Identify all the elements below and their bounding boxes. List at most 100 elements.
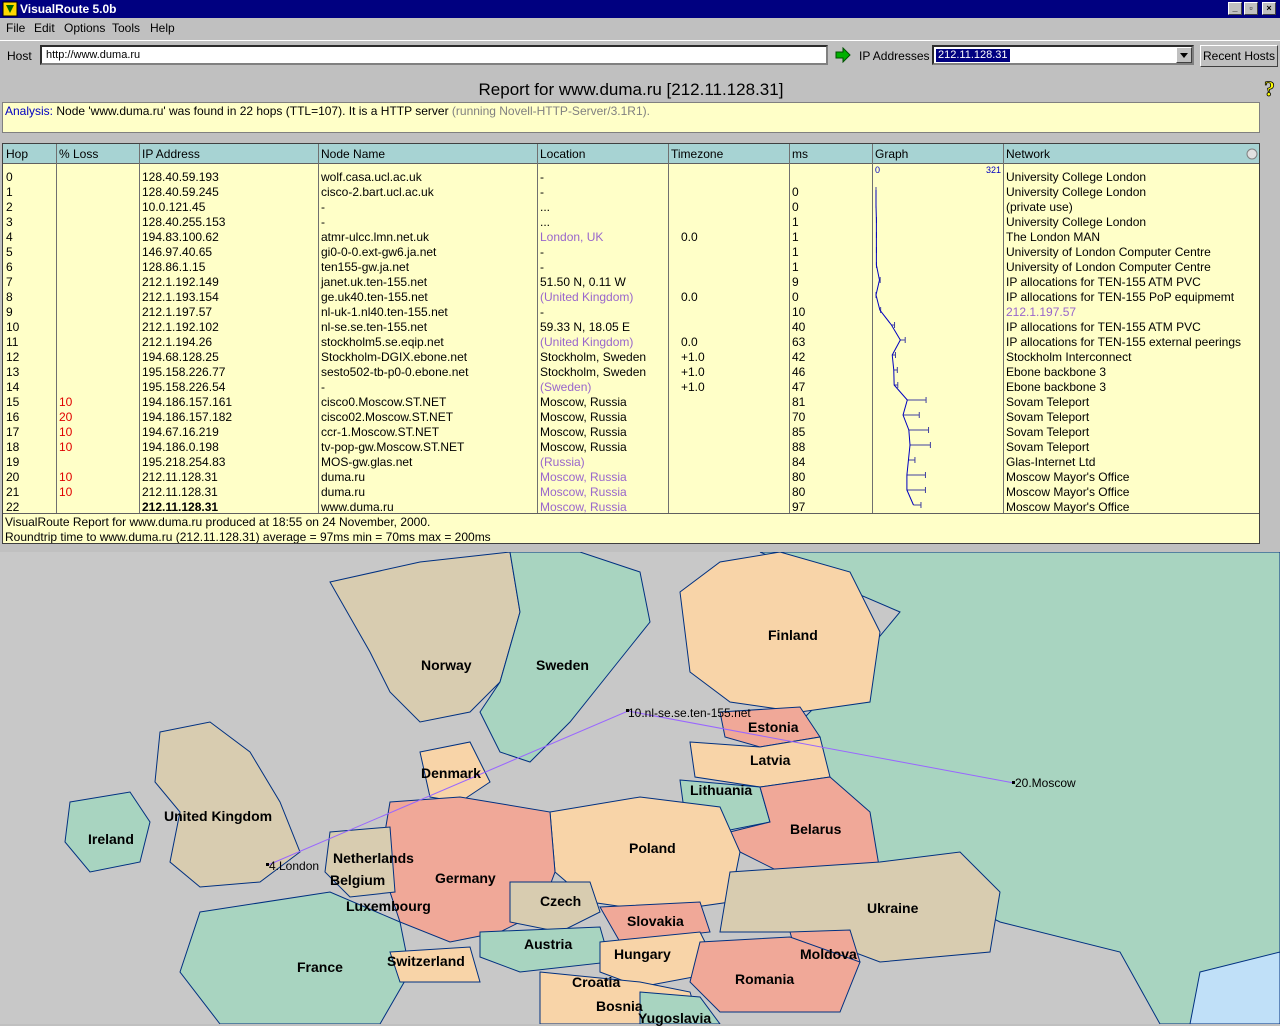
header-graph[interactable]: Graph	[875, 147, 908, 161]
cell-node: -	[321, 380, 325, 394]
cell-hop: 5	[6, 245, 13, 259]
cell-ms: 1	[792, 230, 799, 244]
table-row[interactable]: 5 146.97.40.65 gi0-0-0.ext-gw6.ja.net - 1 Uni…	[3, 245, 1259, 260]
table-row[interactable]: 2 10.0.121.45 -... 0 (private use)	[3, 200, 1259, 215]
cell-node: ten155-gw.ja.net	[321, 260, 410, 274]
cell-ip: 212.11.128.31	[142, 470, 218, 484]
cell-ms: 40	[792, 320, 806, 334]
cell-node: tv-pop-gw.Moscow.ST.NET	[321, 440, 465, 454]
help-question-icon[interactable]: ?	[1262, 78, 1278, 102]
header-network[interactable]: Network	[1006, 147, 1050, 161]
table-row[interactable]: 16 20 194.186.157.182 cisco02.Moscow.ST.NET…	[3, 410, 1259, 425]
minimize-button[interactable]: _	[1228, 2, 1242, 15]
cell-ip: 128.86.1.15	[142, 260, 206, 274]
table-row[interactable]: 14 195.158.226.54 - (Sweden) +1.0 47 Ebone bac…	[3, 380, 1259, 395]
cell-tz: +1.0	[681, 380, 705, 394]
table-row[interactable]: 11 212.1.194.26 stockholm5.se.eqip.net (Uni…	[3, 335, 1259, 350]
country-label: Moldova	[800, 946, 857, 962]
dropdown-arrow-icon[interactable]	[1176, 47, 1192, 63]
host-input[interactable]: http://www.duma.ru	[40, 45, 828, 65]
table-row[interactable]: 19 195.218.254.83 MOS-gw.glas.net (Russia) 8…	[3, 455, 1259, 470]
menu-file[interactable]: File	[6, 21, 25, 35]
country-label: Czech	[540, 893, 582, 909]
column-toggle-icon[interactable]	[1246, 148, 1258, 160]
cell-hop: 17	[6, 425, 20, 439]
cell-hop: 12	[6, 350, 20, 364]
cell-ip: 212.11.128.31	[142, 485, 218, 499]
cell-net: Moscow Mayor's Office	[1006, 470, 1130, 484]
map-hop-label[interactable]: 20.Moscow	[1015, 776, 1076, 790]
header-ms[interactable]: ms	[792, 147, 808, 161]
table-row[interactable]: 4 194.83.100.62 atmr-ulcc.lmn.net.uk London…	[3, 230, 1259, 245]
header-loss[interactable]: % Loss	[59, 147, 98, 161]
table-row[interactable]: 12 194.68.128.25 Stockholm-DGIX.ebone.net S…	[3, 350, 1259, 365]
menu-tools[interactable]: Tools	[112, 21, 140, 35]
cell-ms: 46	[792, 365, 806, 379]
map-hop-label[interactable]: 4.London	[269, 859, 319, 873]
route-map[interactable]: Finland Norway Sweden Estonia Latvia Den…	[0, 552, 1280, 1026]
table-row[interactable]: 1 128.40.59.245 cisco-2.bart.ucl.ac.uk - 0 Un…	[3, 185, 1259, 200]
header-location[interactable]: Location	[540, 147, 585, 161]
table-row[interactable]: 17 10 194.67.16.219 ccr-1.Moscow.ST.NET Mosc…	[3, 425, 1259, 440]
menu-bar: File Edit Options Tools Help	[0, 18, 1280, 38]
country-label: Netherlands	[333, 850, 414, 866]
table-row[interactable]: 10 212.1.192.102 nl-se.se.ten-155.net 59.33…	[3, 320, 1259, 335]
table-row[interactable]: 21 10 212.11.128.31 duma.ru Moscow, Russia 80…	[3, 485, 1259, 500]
cell-ms: 42	[792, 350, 806, 364]
table-row[interactable]: 13 195.158.226.77 sesto502-tb-p0-0.ebone.n…	[3, 365, 1259, 380]
table-row[interactable]: 9 212.1.197.57 nl-uk-1.nl40.ten-155.net - 10…	[3, 305, 1259, 320]
cell-ms: 85	[792, 425, 806, 439]
cell-ip: 212.1.192.149	[142, 275, 219, 289]
header-timezone[interactable]: Timezone	[671, 147, 723, 161]
cell-node: duma.ru	[321, 485, 366, 499]
cell-net: The London MAN	[1006, 230, 1101, 244]
cell-ms: 80	[792, 485, 806, 499]
cell-ms: 81	[792, 395, 806, 409]
go-arrow-icon[interactable]	[835, 47, 851, 63]
table-row[interactable]: 8 212.1.193.154 ge.uk40.ten-155.net (United…	[3, 290, 1259, 305]
cell-net: Ebone backbone 3	[1006, 380, 1107, 394]
country-label: Lithuania	[690, 782, 753, 798]
graph-scale-max: 321	[986, 166, 1001, 175]
table-row[interactable]: 7 212.1.192.149 janet.uk.ten-155.net 51.50 …	[3, 275, 1259, 290]
close-button[interactable]: ×	[1262, 2, 1276, 15]
table-row[interactable]: 15 10 194.186.157.161 cisco0.Moscow.ST.NET M…	[3, 395, 1259, 410]
cell-net: (private use)	[1006, 200, 1073, 214]
cell-ip: 128.40.255.153	[142, 215, 226, 229]
restore-button[interactable]: ▫	[1244, 2, 1258, 15]
header-hop[interactable]: Hop	[6, 147, 28, 161]
table-row[interactable]: 3 128.40.255.153 -... 1 University College L…	[3, 215, 1259, 230]
cell-node: cisco-2.bart.ucl.ac.uk	[321, 185, 434, 199]
cell-ms: 10	[792, 305, 806, 319]
cell-hop: 8	[6, 290, 13, 304]
menu-edit[interactable]: Edit	[34, 21, 55, 35]
table-row[interactable]: 0 128.40.59.193 wolf.casa.ucl.ac.uk - Univer…	[3, 170, 1259, 185]
cell-loc: -	[540, 185, 544, 199]
header-node[interactable]: Node Name	[321, 147, 385, 161]
country-label: Switzerland	[387, 953, 465, 969]
cell-ms: 1	[792, 215, 799, 229]
ip-address-selected: 212.11.128.31	[936, 49, 1010, 62]
window-title: VisualRoute 5.0b	[20, 2, 117, 16]
analysis-label: Analysis:	[5, 104, 54, 118]
cell-loss: 10	[59, 440, 73, 454]
menu-options[interactable]: Options	[64, 21, 105, 35]
country-label: Finland	[768, 627, 818, 643]
country-label: Norway	[421, 657, 472, 673]
cell-loc: Moscow, Russia	[540, 395, 627, 409]
table-row[interactable]: 6 128.86.1.15 ten155-gw.ja.net - 1 University…	[3, 260, 1259, 275]
ip-address-select[interactable]: 212.11.128.31	[932, 45, 1194, 65]
map-hop-label[interactable]: 10.nl-se.se.ten-155.net	[628, 706, 751, 720]
cell-net: Sovam Teleport	[1006, 440, 1090, 454]
table-row[interactable]: 18 10 194.186.0.198 tv-pop-gw.Moscow.ST.NET…	[3, 440, 1259, 455]
recent-hosts-button[interactable]: Recent Hosts	[1200, 45, 1278, 67]
cell-ip: 146.97.40.65	[142, 245, 213, 259]
cell-ip: 128.40.59.193	[142, 170, 219, 184]
table-row[interactable]: 20 10 212.11.128.31 duma.ru Moscow, Russia 80…	[3, 470, 1259, 485]
cell-ip: 194.186.157.182	[142, 410, 233, 424]
cell-net: IP allocations for TEN-155 ATM PVC	[1006, 320, 1201, 334]
cell-node: gi0-0-0.ext-gw6.ja.net	[321, 245, 437, 259]
cell-hop: 20	[6, 470, 20, 484]
header-ip[interactable]: IP Address	[142, 147, 200, 161]
menu-help[interactable]: Help	[150, 21, 175, 35]
